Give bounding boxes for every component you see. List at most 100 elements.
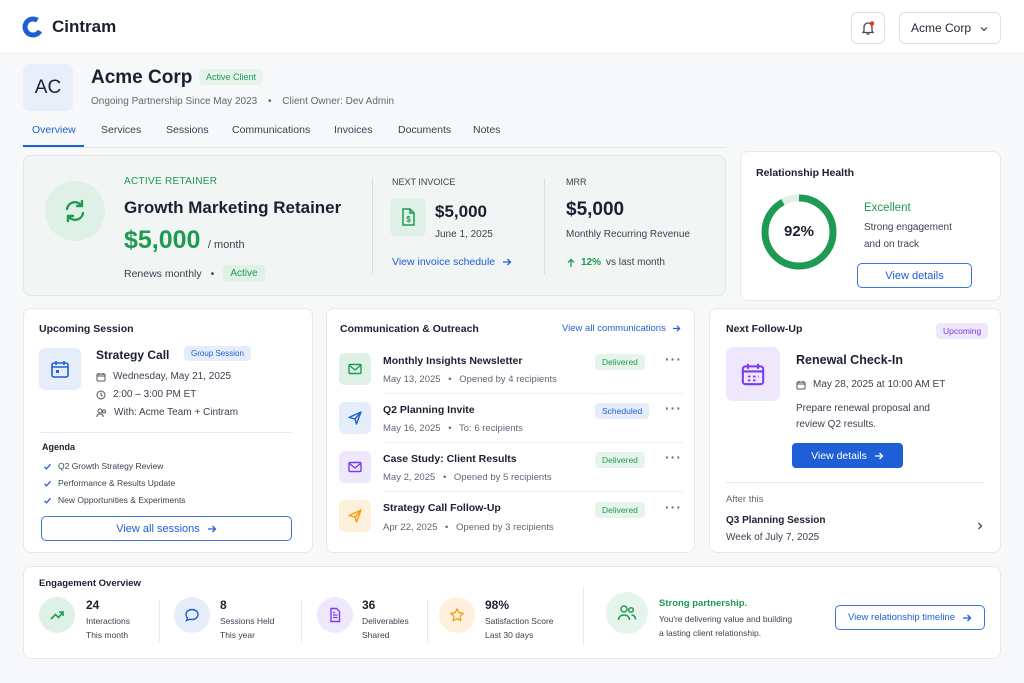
retainer-status-badge: Active (223, 265, 265, 282)
calendar-icon (51, 361, 69, 378)
comms-item-detail: Opened by 5 recipients (453, 472, 552, 483)
more-options-icon[interactable]: ··· (665, 499, 682, 515)
comms-row[interactable]: Case Study: Client Results May 2, 2025 •… (327, 444, 696, 492)
comms-row[interactable]: Strategy Call Follow-Up Apr 22, 2025 • O… (327, 493, 696, 540)
invoice-dollar-icon: $ (402, 208, 415, 226)
relationship-timeline-button[interactable]: View relationship timeline (835, 605, 985, 630)
stat-label: Interactions (86, 616, 130, 626)
comms-row[interactable]: Monthly Insights Newsletter May 13, 2025… (327, 346, 696, 394)
view-all-sessions-button[interactable]: View all sessions (41, 516, 292, 541)
comms-item-meta: May 13, 2025 • Opened by 4 recipients (383, 374, 557, 385)
row-divider (383, 393, 683, 394)
account-name: Acme Corp (911, 21, 972, 35)
account-switcher[interactable]: Acme Corp (899, 12, 1001, 44)
stat-sub: This year (220, 630, 255, 640)
mrr-subtitle: Monthly Recurring Revenue (566, 229, 690, 240)
stat-divider (301, 600, 302, 642)
arrow-right-icon (672, 325, 681, 332)
agenda-item: Performance & Results Update (43, 478, 175, 488)
followup-desc-2: review Q2 results. (796, 419, 877, 430)
more-options-icon[interactable]: ··· (665, 449, 682, 465)
after-date: Week of July 7, 2025 (726, 532, 820, 543)
client-name: Acme Corp (91, 67, 193, 88)
row-divider (383, 491, 683, 492)
tab-invoices[interactable]: Invoices (334, 124, 373, 136)
stat-icon-circle (174, 597, 210, 633)
more-options-icon[interactable]: ··· (665, 351, 682, 367)
relationship-timeline-label: View relationship timeline (847, 612, 956, 623)
tab-bar: Overview Services Sessions Communication… (23, 120, 726, 148)
tab-overview[interactable]: Overview (32, 124, 76, 136)
health-details-label: View details (885, 269, 944, 282)
invoice-date: June 1, 2025 (435, 229, 493, 240)
agenda-item-label: Q2 Growth Strategy Review (58, 461, 164, 471)
chevron-right-icon (978, 522, 983, 530)
tab-sessions[interactable]: Sessions (166, 124, 209, 136)
meta-separator: • (268, 96, 272, 107)
invoice-schedule-link[interactable]: View invoice schedule (392, 256, 512, 268)
comms-icon-box (339, 500, 371, 532)
stat-sub: Last 30 days (485, 630, 534, 640)
mail-icon (348, 461, 362, 473)
health-line-2: and on track (864, 239, 920, 250)
tab-notes[interactable]: Notes (473, 124, 500, 136)
tab-services[interactable]: Services (101, 124, 141, 136)
arrow-right-icon (874, 452, 884, 459)
followup-datetime: May 28, 2025 at 10:00 AM ET (813, 379, 946, 390)
refresh-icon (65, 199, 85, 223)
health-ring: 92% (759, 192, 839, 272)
followup-details-button[interactable]: View details (792, 443, 903, 468)
mail-icon (348, 363, 362, 375)
client-owner: Client Owner: Dev Admin (282, 96, 395, 107)
view-all-sessions-label: View all sessions (116, 522, 200, 535)
invoice-icon-box: $ (390, 198, 426, 236)
session-icon-box (39, 348, 81, 390)
health-details-button[interactable]: View details (857, 263, 972, 288)
after-item[interactable]: Q3 Planning Session Week of July 7, 2025 (710, 509, 1002, 549)
clock-icon (96, 390, 106, 399)
stat-label: Sessions Held (220, 616, 275, 626)
session-divider (39, 432, 292, 433)
comms-item-detail: Opened by 4 recipients (459, 374, 557, 385)
view-all-communications-link[interactable]: View all communications (562, 323, 681, 334)
session-date: Wednesday, May 21, 2025 (113, 371, 232, 382)
retainer-divider-2 (544, 178, 545, 274)
users-icon (617, 605, 637, 621)
stat-icon-circle (317, 597, 353, 633)
stat-icon-circle (439, 597, 475, 633)
session-date-row: Wednesday, May 21, 2025 (96, 371, 231, 382)
partner-line-1: You're delivering value and building (659, 614, 793, 624)
stat-divider (159, 600, 160, 642)
comms-row[interactable]: Q2 Planning Invite May 16, 2025 • To: 6 … (327, 395, 696, 443)
notifications-button[interactable] (851, 12, 885, 44)
tab-communications[interactable]: Communications (232, 124, 310, 136)
bell-icon (861, 21, 875, 35)
health-status: Excellent (864, 202, 911, 214)
after-title: Q3 Planning Session (726, 515, 826, 526)
stat-value: 24 (86, 598, 100, 612)
avatar: AC (23, 64, 73, 111)
comms-icon-box (339, 402, 371, 434)
stat-sub: Shared (362, 630, 390, 640)
calendar-small-icon (96, 372, 106, 381)
health-title: Relationship Health (756, 167, 855, 179)
star-icon (450, 608, 464, 622)
meta-separator: • (442, 472, 447, 483)
followup-name: Renewal Check-In (796, 353, 903, 367)
stat-icon-circle (39, 597, 75, 633)
followup-datetime-row: May 28, 2025 at 10:00 AM ET (796, 379, 945, 390)
tab-documents[interactable]: Documents (398, 124, 451, 136)
retainer-renewal: Renews monthly • Active (124, 265, 265, 282)
comms-item-meta: May 2, 2025 • Opened by 5 recipients (383, 472, 552, 483)
followup-desc-1: Prepare renewal proposal and (796, 403, 930, 414)
comms-item-title: Case Study: Client Results (383, 453, 517, 465)
after-label: After this (726, 494, 764, 505)
check-icon (44, 497, 51, 504)
arrow-right-icon (503, 258, 512, 266)
comms-status-badge: Delivered (595, 502, 645, 518)
more-options-icon[interactable]: ··· (665, 400, 682, 416)
mrr-value: $5,000 (566, 199, 625, 220)
app-name[interactable]: Cintram (52, 17, 116, 37)
session-tag: Group Session (184, 346, 251, 361)
arrow-up-icon (567, 258, 575, 267)
